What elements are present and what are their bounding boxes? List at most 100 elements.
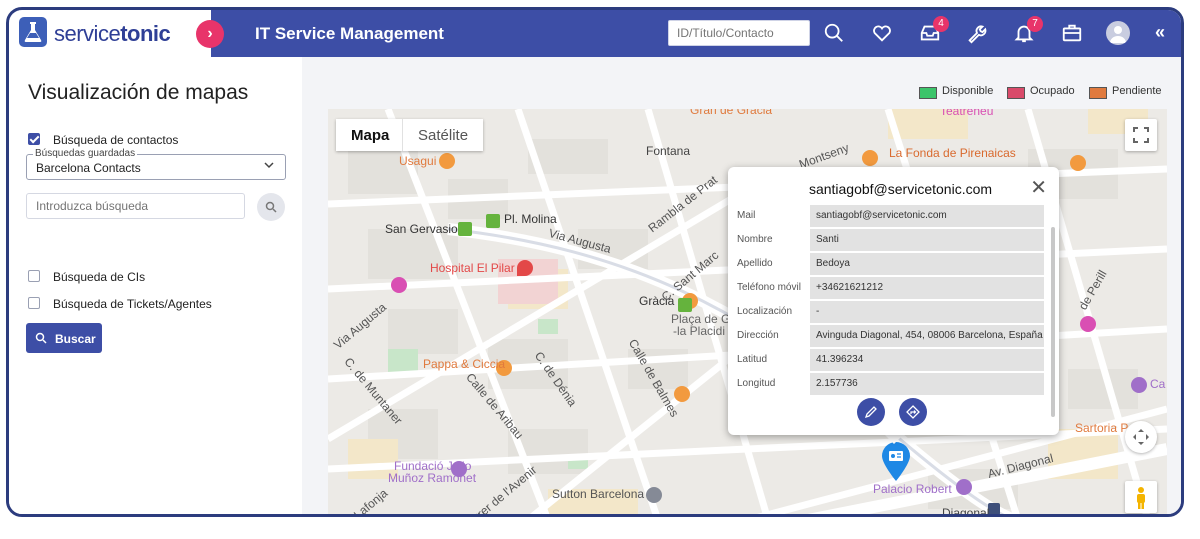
popup-row-mail: Mail santiagobf@servicetonic.com	[737, 205, 1045, 227]
museum-marker-icon[interactable]	[956, 479, 972, 495]
popup-row-label: Teléfono móvil	[737, 282, 801, 293]
popup-scrollbar[interactable]	[1051, 227, 1055, 417]
fullscreen-icon	[1133, 127, 1149, 143]
popup-row-longitud: Longitud 2.157736	[737, 373, 1045, 395]
fullscreen-button[interactable]	[1125, 119, 1157, 151]
main-content: Disponible Ocupado Pendiente Usagui Font…	[302, 57, 1181, 517]
bell-icon[interactable]: 7	[1013, 16, 1043, 46]
map-label-la-fonda: La Fonda de Pirenaicas	[889, 146, 1016, 160]
map-label-palacio: Palacio Robert	[873, 482, 952, 496]
saved-searches-select[interactable]: Búsquedas guardadas Barcelona Contacts	[26, 148, 286, 180]
shop-marker-icon[interactable]	[391, 277, 407, 293]
map-label-gran-gracia: Gran de Gràcia	[690, 109, 773, 117]
page-title: Visualización de mapas	[28, 81, 249, 104]
tab-mapa[interactable]: Mapa	[351, 127, 389, 144]
popup-row-value: santiagobf@servicetonic.com	[810, 205, 1044, 227]
popup-row-value: -	[810, 301, 1044, 323]
popup-row-value: Avinguda Diagonal, 454, 08006 Barcelona,…	[810, 325, 1044, 347]
popup-row-localizacion: Localización -	[737, 301, 1045, 323]
flask-logo-icon	[19, 17, 47, 47]
double-chevron-left-icon[interactable]: «	[1155, 22, 1165, 43]
map-label-ca: Ca	[1150, 377, 1166, 391]
legend-label-ocupado: Ocupado	[1030, 85, 1075, 97]
map-label-usagui: Usagui	[399, 154, 437, 168]
popup-row-value: Santi	[810, 229, 1044, 251]
pegman-icon	[1137, 487, 1145, 509]
search-icon	[35, 332, 47, 344]
map-label-fundacio-2: Muñoz Ramonet	[388, 471, 477, 485]
popup-row-direccion: Dirección Avinguda Diagonal, 454, 08006 B…	[737, 325, 1045, 347]
map-label-san-gervasio: San Gervasio	[385, 222, 458, 236]
contacts-checkbox-label: Búsqueda de contactos	[53, 133, 179, 147]
buscar-button-label: Buscar	[55, 332, 96, 346]
expand-menu-button[interactable]: ›	[196, 20, 224, 48]
restaurant-marker-icon[interactable]	[439, 153, 455, 169]
train-station-icon[interactable]	[678, 298, 692, 312]
popup-row-latitud: Latitud 41.396234	[737, 349, 1045, 371]
directions-button[interactable]	[899, 398, 927, 426]
map-label-teatreneu: Teatreneu	[940, 109, 994, 118]
legend-label-pendiente: Pendiente	[1112, 85, 1162, 97]
saved-searches-value: Barcelona Contacts	[36, 161, 141, 175]
map-label-diagonal: Diagonal	[942, 506, 990, 517]
map-view[interactable]: Usagui Fontana La Fonda de Pirenaicas Sa…	[328, 109, 1167, 517]
metro-station-icon[interactable]	[988, 503, 1000, 514]
search-icon	[265, 201, 277, 213]
top-header: servicetonic › IT Service Management 4 7…	[9, 10, 1181, 57]
map-label-hospital: Hospital El Pilar	[430, 261, 515, 275]
search-icon[interactable]	[823, 22, 847, 46]
shop-marker-icon[interactable]	[1080, 316, 1096, 332]
popup-row-telefono: Teléfono móvil +34621621212	[737, 277, 1045, 299]
buscar-button[interactable]: Buscar	[26, 323, 102, 353]
header-search-input[interactable]	[668, 20, 810, 46]
map-label-pl-molina: Pl. Molina	[504, 212, 557, 226]
tickets-checkbox[interactable]	[28, 297, 40, 309]
contacts-checkbox[interactable]	[28, 133, 40, 145]
restaurant-marker-icon[interactable]	[674, 386, 690, 402]
hotel-marker-icon[interactable]	[646, 487, 662, 503]
app-window: servicetonic › IT Service Management 4 7…	[6, 7, 1184, 517]
legend-swatch-disponible	[919, 87, 937, 99]
map-label-placa-2: -la Placidi	[673, 324, 726, 338]
saved-searches-legend: Búsquedas guardadas	[33, 148, 138, 159]
map-label-fontana: Fontana	[646, 144, 691, 158]
search-button[interactable]	[257, 193, 285, 221]
logo[interactable]: servicetonic	[9, 10, 211, 57]
tickets-checkbox-label: Búsqueda de Tickets/Agentes	[53, 297, 212, 311]
tab-satelite[interactable]: Satélite	[418, 127, 468, 144]
logo-text: servicetonic	[54, 21, 171, 46]
heart-icon[interactable]	[871, 22, 895, 46]
restaurant-marker-icon[interactable]	[862, 150, 878, 166]
wrench-icon[interactable]	[966, 22, 990, 46]
recenter-button[interactable]	[1125, 421, 1157, 453]
chevron-down-icon	[264, 162, 274, 169]
app-title: IT Service Management	[255, 24, 444, 43]
inbox-icon[interactable]: 4	[919, 16, 949, 46]
avatar[interactable]	[1106, 21, 1130, 45]
popup-tail	[884, 434, 904, 444]
popup-row-label: Localización	[737, 306, 793, 317]
hospital-marker-icon[interactable]	[517, 260, 533, 276]
search-input[interactable]	[26, 193, 245, 219]
museum-marker-icon[interactable]	[1131, 377, 1147, 393]
legend-label-disponible: Disponible	[942, 85, 994, 97]
popup-row-value: +34621621212	[810, 277, 1044, 299]
inbox-badge: 4	[933, 16, 949, 32]
popup-row-nombre: Nombre Santi	[737, 229, 1045, 251]
popup-row-label: Mail	[737, 210, 756, 221]
train-station-icon[interactable]	[486, 214, 500, 228]
popup-row-label: Latitud	[737, 354, 768, 365]
restaurant-marker-icon[interactable]	[1070, 155, 1086, 171]
briefcase-icon[interactable]	[1061, 22, 1085, 46]
contact-info-popup: santiagobf@servicetonic.com ✕ Mail santia…	[728, 167, 1059, 435]
cis-checkbox[interactable]	[28, 270, 40, 282]
edit-contact-button[interactable]	[857, 398, 885, 426]
map-type-tabs: Mapa Satélite	[336, 119, 483, 151]
close-icon[interactable]: ✕	[1030, 175, 1047, 200]
popup-row-label: Dirección	[737, 330, 779, 341]
contact-location-marker-icon[interactable]	[880, 442, 912, 482]
street-view-button[interactable]	[1125, 481, 1157, 513]
map-label-sutton: Sutton Barcelona	[552, 487, 645, 501]
train-station-icon[interactable]	[458, 222, 472, 236]
popup-row-label: Apellido	[737, 258, 773, 269]
